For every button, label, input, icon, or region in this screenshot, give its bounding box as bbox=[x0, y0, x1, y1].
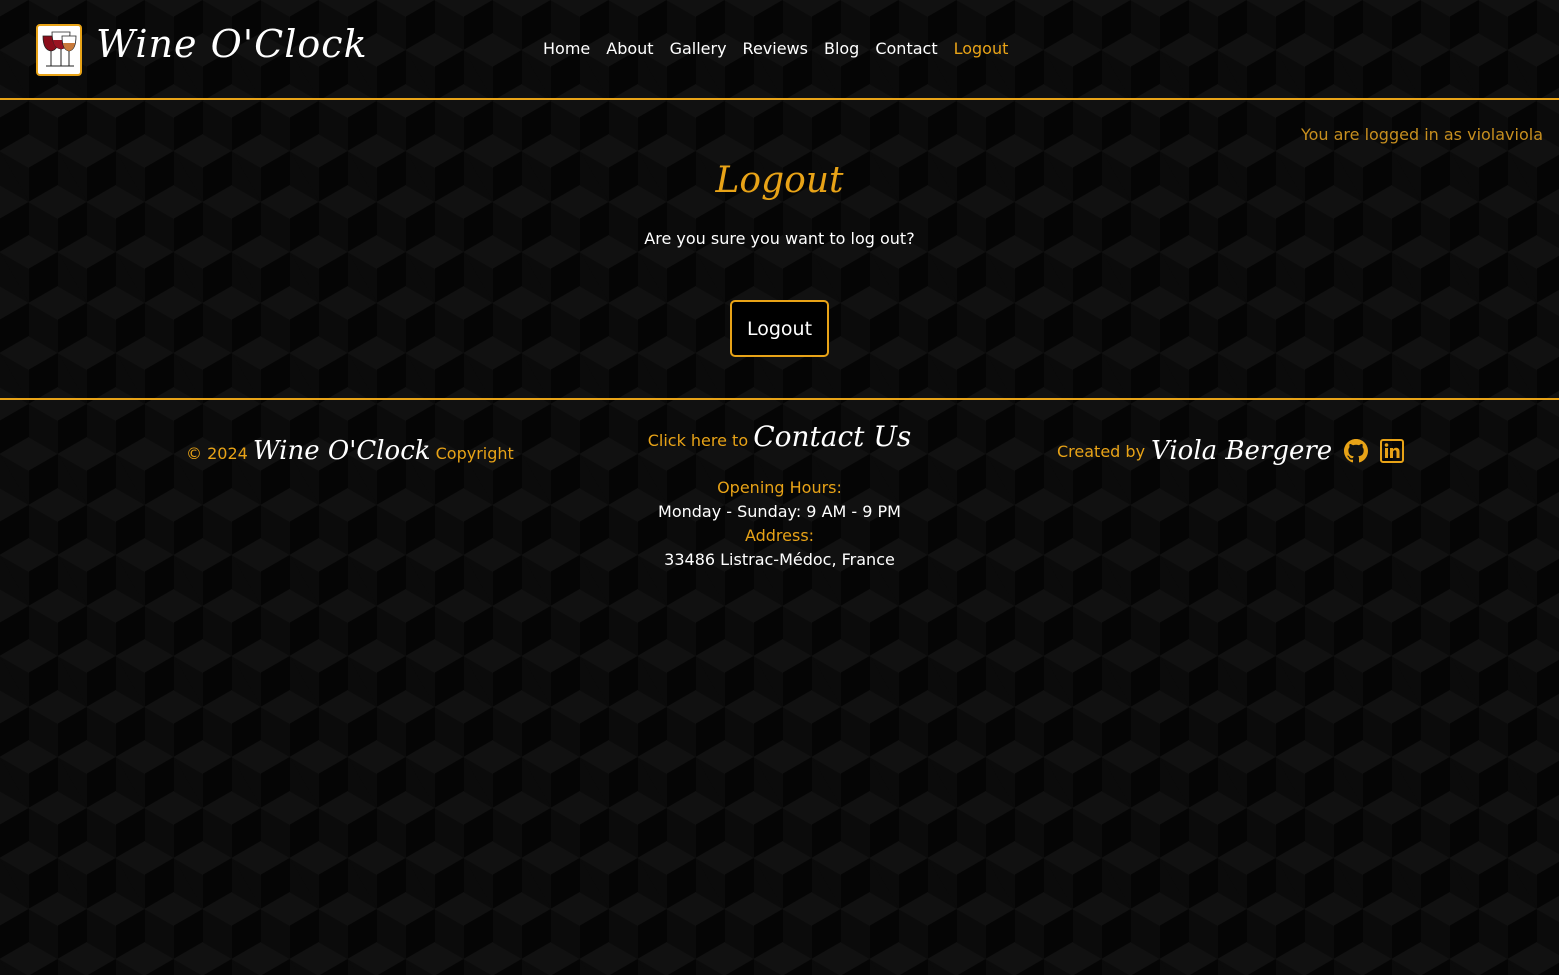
logo-icon[interactable] bbox=[36, 24, 82, 76]
hours-value: Monday - Sunday: 9 AM - 9 PM bbox=[658, 502, 901, 521]
address-value: 33486 Listrac-Médoc, France bbox=[664, 550, 895, 569]
github-icon[interactable] bbox=[1344, 439, 1369, 463]
nav-logout[interactable]: Logout bbox=[946, 38, 1017, 60]
nav-about[interactable]: About bbox=[598, 38, 661, 60]
brand-name[interactable]: Wine O'Clock bbox=[96, 22, 368, 66]
page-title: Logout bbox=[715, 160, 844, 201]
logout-button[interactable]: Logout bbox=[730, 300, 829, 357]
logout-prompt: Are you sure you want to log out? bbox=[644, 229, 915, 248]
contact-prompt: Click here to bbox=[647, 431, 749, 450]
page: Wine O'Clock Home About Gallery Reviews … bbox=[0, 0, 1559, 975]
footer-info: Opening Hours: Monday - Sunday: 9 AM - 9… bbox=[0, 476, 1559, 572]
created-by-label: Created by bbox=[1057, 441, 1146, 461]
login-status: You are logged in as violaviola bbox=[1300, 125, 1543, 144]
author-name: Viola Bergere bbox=[1151, 436, 1333, 466]
footer-credits: Created by Viola Bergere bbox=[1057, 436, 1405, 466]
nav-contact[interactable]: Contact bbox=[867, 38, 945, 60]
site-footer: © 2024 Wine O'Clock Copyright Click here… bbox=[0, 398, 1559, 569]
nav-reviews[interactable]: Reviews bbox=[735, 38, 816, 60]
nav-home[interactable]: Home bbox=[535, 38, 598, 60]
address-label: Address: bbox=[744, 526, 815, 545]
nav-blog[interactable]: Blog bbox=[816, 38, 867, 60]
hours-label: Opening Hours: bbox=[717, 478, 842, 497]
linkedin-icon[interactable] bbox=[1380, 439, 1405, 463]
contact-us-link[interactable]: Contact Us bbox=[753, 420, 911, 453]
site-header: Wine O'Clock Home About Gallery Reviews … bbox=[0, 0, 1559, 100]
nav-gallery[interactable]: Gallery bbox=[662, 38, 735, 60]
main-nav: Home About Gallery Reviews Blog Contact … bbox=[535, 38, 1016, 60]
